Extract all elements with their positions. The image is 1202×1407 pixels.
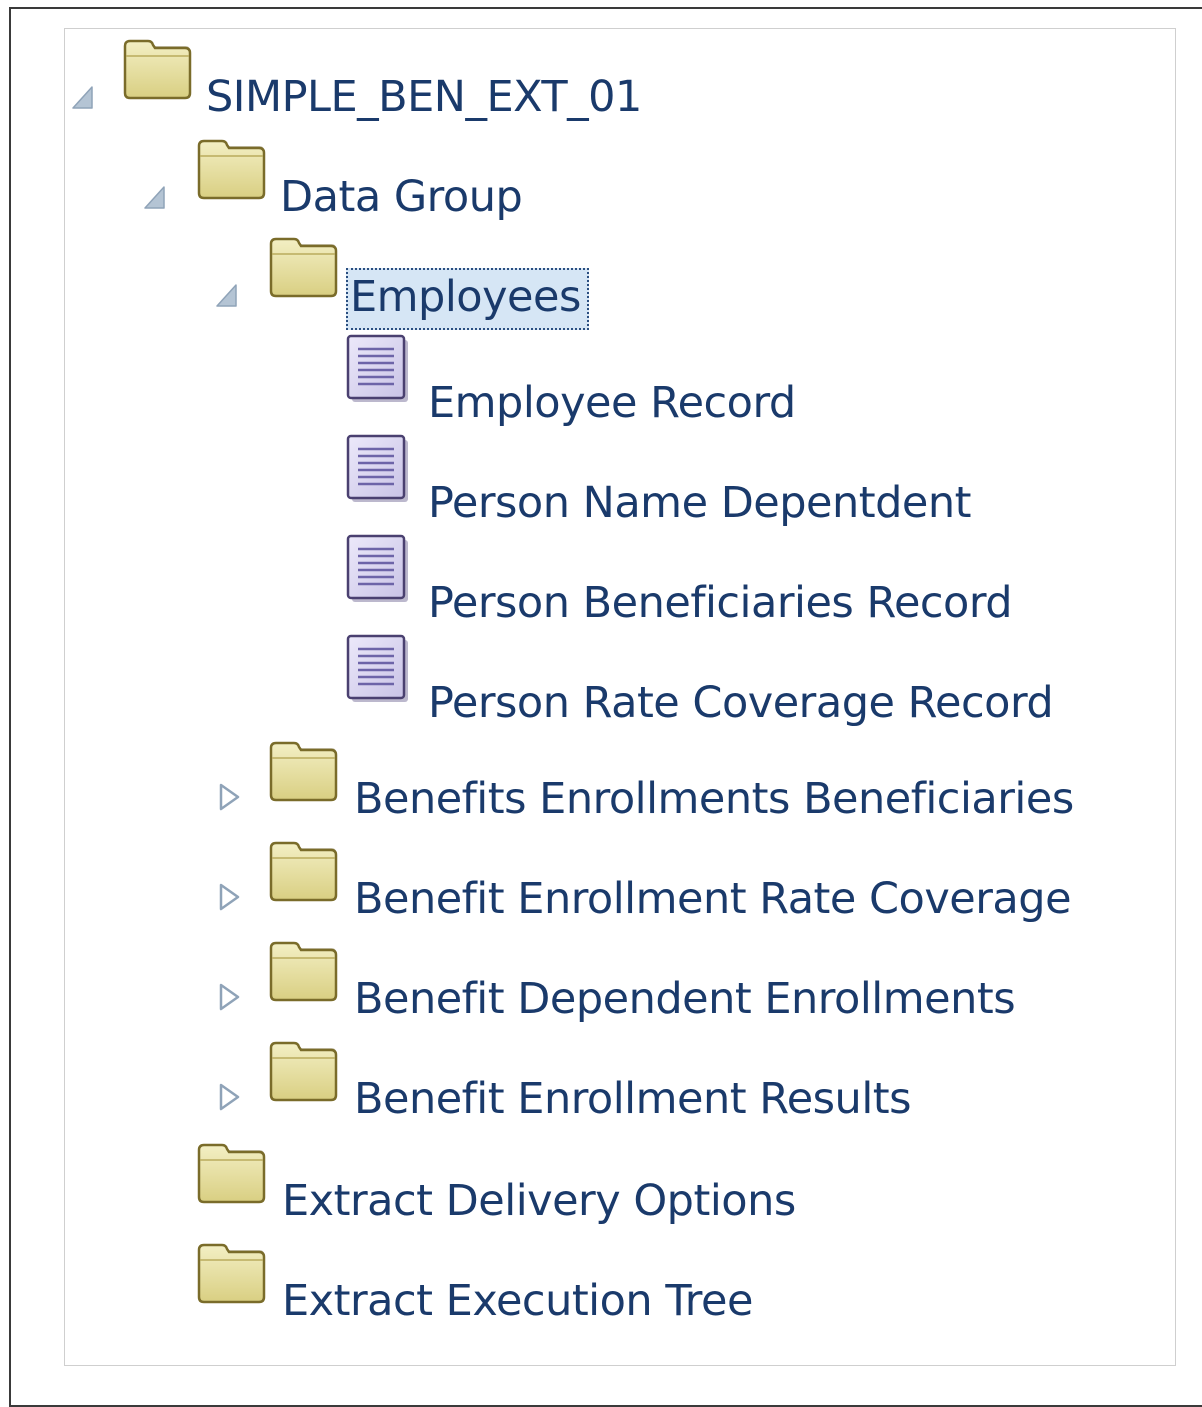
tree-node-label[interactable]: Person Name Depentdent (428, 474, 971, 532)
tree-node-data-group[interactable]: Data Group (138, 138, 558, 238)
document-icon (346, 334, 410, 404)
tree-node-label[interactable]: Person Rate Coverage Record (428, 674, 1054, 732)
tree-node-label[interactable]: Benefit Enrollment Rate Coverage (354, 870, 1072, 928)
folder-icon (196, 1242, 268, 1306)
document-icon (346, 434, 410, 504)
folder-icon (268, 940, 340, 1004)
tree-node-record[interactable]: Employee Record (346, 334, 846, 434)
tree-node-label[interactable]: Extract Execution Tree (282, 1272, 753, 1330)
folder-icon (196, 1142, 268, 1206)
folder-icon (268, 1040, 340, 1104)
collapsed-triangle-icon[interactable] (216, 882, 242, 912)
tree-node-record[interactable]: Person Beneficiaries Record (346, 534, 1086, 634)
expanded-triangle-icon[interactable] (70, 82, 96, 112)
tree-node-label[interactable]: Extract Delivery Options (282, 1172, 796, 1230)
tree-node-label[interactable]: Benefit Dependent Enrollments (354, 970, 1016, 1028)
tree-node-label[interactable]: Employee Record (428, 374, 796, 432)
folder-icon (196, 138, 268, 202)
tree-node-group[interactable]: Benefits Enrollments Beneficiaries (210, 740, 1130, 840)
tree-node-group[interactable]: Benefit Dependent Enrollments (210, 940, 1090, 1040)
tree-node-group[interactable]: Benefit Enrollment Results (210, 1040, 1010, 1140)
folder-icon (268, 840, 340, 904)
folder-icon (122, 38, 194, 102)
tree-node-employees[interactable]: Employees (210, 236, 630, 336)
expanded-triangle-icon[interactable] (142, 182, 168, 212)
tree-node-label[interactable]: Benefits Enrollments Beneficiaries (354, 770, 1074, 828)
tree-node-record[interactable]: Person Rate Coverage Record (346, 634, 1126, 734)
folder-icon (268, 740, 340, 804)
tree-node-label[interactable]: Benefit Enrollment Results (354, 1070, 912, 1128)
folder-icon (268, 236, 340, 300)
expanded-triangle-icon[interactable] (214, 280, 240, 310)
collapsed-triangle-icon[interactable] (216, 982, 242, 1012)
tree-node-label[interactable]: Person Beneficiaries Record (428, 574, 1013, 632)
collapsed-triangle-icon[interactable] (216, 782, 242, 812)
tree-node-group[interactable]: Benefit Enrollment Rate Coverage (210, 840, 1130, 940)
tree-node-label-selected[interactable]: Employees (346, 268, 589, 330)
tree-node-extract-delivery-options[interactable]: Extract Delivery Options (196, 1142, 896, 1242)
tree-node-label[interactable]: SIMPLE_BEN_EXT_01 (206, 68, 642, 126)
tree-node-extract-execution-tree[interactable]: Extract Execution Tree (196, 1242, 896, 1342)
collapsed-triangle-icon[interactable] (216, 1082, 242, 1112)
document-icon (346, 634, 410, 704)
tree-node-root[interactable]: SIMPLE_BEN_EXT_01 (64, 38, 704, 138)
tree-node-label[interactable]: Data Group (280, 168, 523, 226)
tree-node-record[interactable]: Person Name Depentdent (346, 434, 1046, 534)
document-icon (346, 534, 410, 604)
